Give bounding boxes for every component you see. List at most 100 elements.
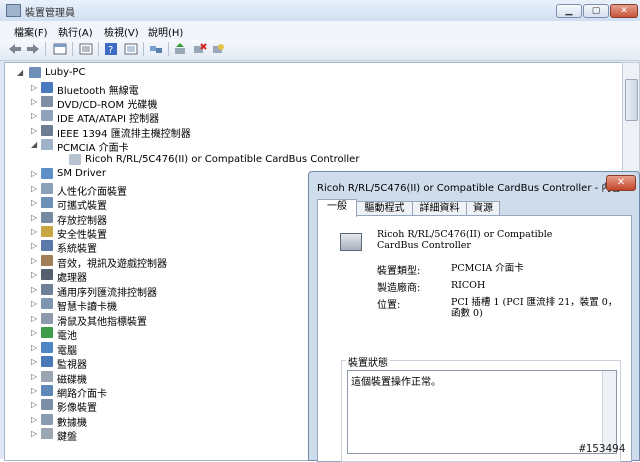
view-icon[interactable] [124,43,138,55]
expand-icon[interactable]: ▷ [31,415,38,424]
keyboard-icon [41,428,53,440]
manufacturer-label: 製造廠商: [377,283,421,294]
update-driver-icon[interactable] [173,43,187,55]
ieee1394-icon [41,124,53,136]
expand-icon[interactable]: ▷ [31,343,38,352]
security-device-icon [41,226,53,237]
expand-icon[interactable]: ▷ [31,357,38,366]
tree-root-label: Luby-PC [45,67,86,78]
cardbus-icon [69,153,81,165]
expand-icon[interactable]: ▷ [31,299,38,308]
processor-icon [41,269,53,281]
expand-icon[interactable]: ▷ [31,372,38,381]
list-icon[interactable] [79,43,93,55]
smdriver-icon [41,168,53,180]
tree-item[interactable]: ▷ IDE ATA/ATAPI 控制器 [27,109,357,125]
tree-item[interactable]: Ricoh R/RL/5C476(II) or Compatible CardB… [55,153,385,167]
properties-icon[interactable] [53,43,67,55]
manufacturer-value: RICOH [451,280,486,291]
tree-item[interactable]: ▷ Bluetooth 無線電 [27,81,357,97]
collapse-icon[interactable]: ◢ [31,140,38,149]
dialog-title: Ricoh R/RL/5C476(II) or Compatible CardB… [317,183,622,194]
tab-general[interactable]: 一般 [317,199,357,217]
dvd-icon [41,95,53,107]
smartcard-icon [41,298,53,310]
toolbar: ? [0,39,640,61]
device-type-label: 裝置類型: [377,266,421,277]
expand-icon[interactable]: ▷ [31,241,38,250]
menu-view[interactable]: 檢視(V) [104,24,139,39]
network-icon[interactable] [149,43,163,55]
expand-icon[interactable]: ▷ [31,227,38,236]
uninstall-icon[interactable] [211,43,225,55]
menu-action[interactable]: 執行(A) [58,24,93,39]
hid-icon [41,182,53,194]
system-device-icon [41,240,53,252]
menu-file[interactable]: 檔案(F) [14,24,48,39]
device-name: Ricoh R/RL/5C476(II) or Compatible CardB… [377,229,553,251]
back-icon[interactable] [8,43,22,55]
device-type-value: PCMCIA 介面卡 [451,263,524,274]
title-bar: 裝置管理員 ▁ ▢ ✕ [0,0,640,22]
expand-icon[interactable]: ▷ [31,184,38,193]
expand-icon[interactable]: ▷ [31,126,38,135]
portable-device-icon [41,197,53,209]
bluetooth-icon [41,81,53,93]
tree-item[interactable]: ▷ DVD/CD-ROM 光碟機 [27,95,357,111]
usb-icon [41,283,53,295]
storage-controller-icon [41,211,53,223]
pcmcia-icon [41,139,53,151]
tab-details[interactable]: 詳細資料 [412,201,467,216]
expand-icon[interactable]: ▷ [31,400,38,409]
help-icon[interactable]: ? [104,43,118,55]
watermark: #153494 [579,442,626,455]
tree-item-label: SM Driver [57,168,106,180]
tree-root[interactable]: ◢ Luby-PC [11,66,131,80]
expand-icon[interactable]: ▷ [31,198,38,207]
sound-icon [41,254,53,266]
monitor-icon [41,356,53,367]
device-status-label: 裝置狀態 [346,354,390,369]
forward-icon[interactable] [26,43,40,55]
close-button[interactable]: ✕ [610,4,638,18]
disk-icon [41,370,53,382]
device-status-box[interactable]: 這個裝置操作正常。 [347,370,617,454]
collapse-icon[interactable]: ◢ [17,68,24,77]
expand-icon[interactable]: ▷ [31,429,38,438]
imaging-icon [41,399,53,411]
menu-help[interactable]: 說明(H) [148,24,183,39]
maximize-button[interactable]: ▢ [583,4,609,18]
expand-icon[interactable]: ▷ [31,83,38,92]
device-status-text: 這個裝置操作正常。 [351,377,441,388]
disable-icon[interactable] [193,43,207,55]
scrollbar-thumb[interactable] [625,79,638,121]
battery-icon [41,327,53,339]
expand-icon[interactable]: ▷ [31,328,38,337]
tree-item[interactable]: ◢ PCMCIA 介面卡 [27,138,357,154]
status-scrollbar[interactable] [602,371,616,453]
expand-icon[interactable]: ▷ [31,213,38,222]
mouse-icon [41,312,53,324]
expand-icon[interactable]: ▷ [31,285,38,294]
tree-item[interactable]: ▷ IEEE 1394 匯流排主機控制器 [27,124,357,140]
cardbus-device-icon [340,233,362,251]
expand-icon[interactable]: ▷ [31,314,38,323]
device-manager-icon [6,4,21,17]
tree-item-label: 鍵盤 [57,432,77,444]
expand-icon[interactable]: ▷ [31,386,38,395]
window-title: 裝置管理員 [25,8,75,19]
svg-text:?: ? [108,45,113,55]
general-panel: Ricoh R/RL/5C476(II) or Compatible CardB… [317,215,632,462]
expand-icon[interactable]: ▷ [31,97,38,106]
expand-icon[interactable]: ▷ [31,111,38,120]
location-value: PCI 插槽 1 (PCI 匯流排 21，裝置 0，函數 0) [451,297,618,319]
expand-icon[interactable]: ▷ [31,169,38,178]
tab-resources[interactable]: 資源 [466,201,500,216]
expand-icon[interactable]: ▷ [31,270,38,279]
tab-driver[interactable]: 驅動程式 [356,201,413,216]
ide-icon [41,110,53,122]
expand-icon[interactable]: ▷ [31,256,38,265]
tree-item-label: Ricoh R/RL/5C476(II) or Compatible CardB… [85,153,360,165]
dialog-close-button[interactable]: ✕ [606,175,636,191]
minimize-button[interactable]: ▁ [556,4,582,18]
